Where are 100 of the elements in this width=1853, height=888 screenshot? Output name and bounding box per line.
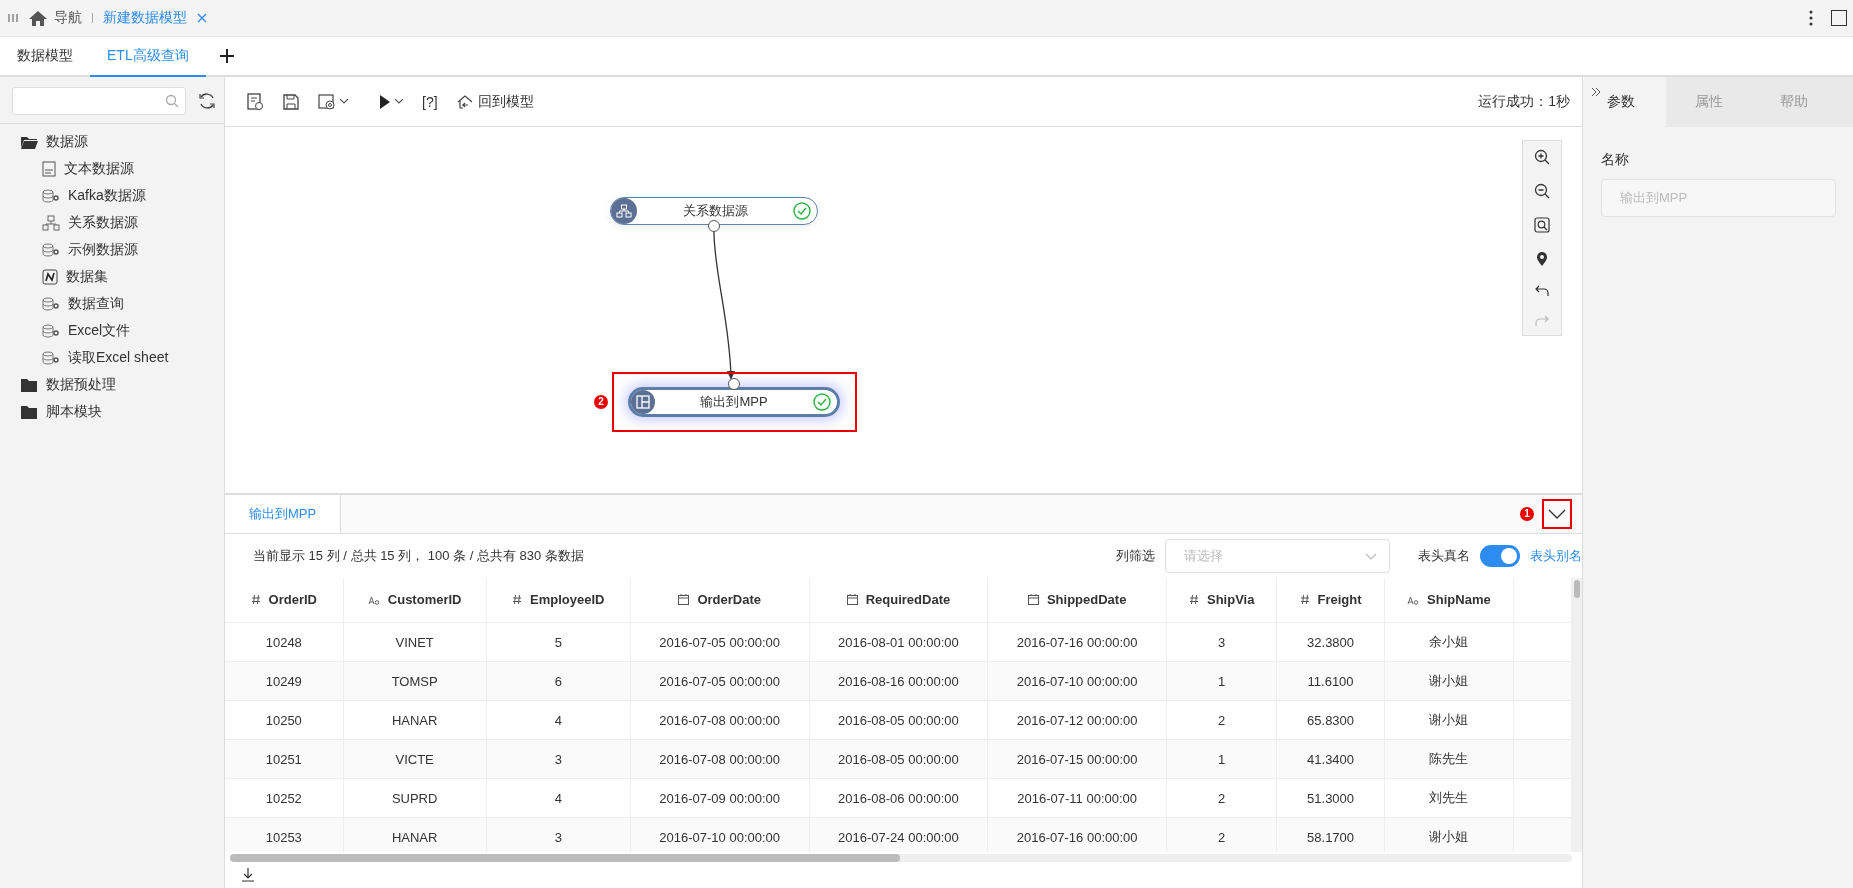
caret-icon — [395, 99, 404, 104]
vertical-scrollbar[interactable] — [1574, 580, 1580, 598]
properties-tab[interactable]: 参数 — [1601, 77, 1666, 127]
help-button[interactable]: [?] — [413, 87, 447, 116]
tree-item[interactable]: 读取Excel sheet — [42, 344, 224, 371]
table-cell: 4 — [486, 700, 631, 740]
table-cell: 2016-07-09 00:00:00 — [630, 778, 810, 818]
save-icon — [282, 92, 300, 111]
table-cell: 2016-08-06 00:00:00 — [809, 778, 988, 818]
table-cell: 谢小姐 — [1384, 817, 1514, 852]
database-icon — [42, 323, 60, 338]
more-icon[interactable] — [1809, 10, 1813, 26]
tree-folder[interactable]: 数据源 — [20, 128, 224, 155]
run-status: 运行成功：1秒 — [1478, 92, 1570, 111]
table-cell: 10248 — [225, 622, 344, 662]
table-cell: 2016-08-05 00:00:00 — [809, 700, 988, 740]
zoom-in-icon[interactable] — [1534, 149, 1550, 165]
table-cell: 刘先生 — [1384, 778, 1514, 818]
table-cell: 2 — [1166, 817, 1277, 852]
fit-view-icon[interactable] — [1534, 217, 1550, 233]
tree-item[interactable]: 关系数据源 — [42, 209, 224, 236]
layout-icon — [636, 395, 650, 409]
table-cell: 1 — [1166, 661, 1277, 701]
database-icon — [42, 296, 60, 311]
column-header[interactable]: ShipVia — [1166, 578, 1277, 623]
back-to-model-button[interactable]: 回到模型 — [446, 86, 543, 117]
table-cell: 10253 — [225, 817, 344, 852]
column-header[interactable]: CustomerID — [343, 578, 487, 623]
search-field[interactable] — [12, 87, 186, 115]
column-header[interactable]: ShippedDate — [987, 578, 1167, 623]
hash-icon — [250, 594, 261, 605]
column-header[interactable]: ShipName — [1384, 578, 1514, 623]
table-cell: 2 — [1166, 700, 1277, 740]
tree-folder[interactable]: 脚本模块 — [20, 398, 224, 425]
tree-item[interactable]: Kafka数据源 — [42, 182, 224, 209]
undo-icon[interactable] — [1535, 285, 1549, 297]
flow-node[interactable]: 关系数据源 — [610, 197, 818, 225]
header-name-switch[interactable] — [1480, 545, 1520, 567]
table-cell: SUPRD — [343, 778, 487, 818]
home-icon — [28, 9, 48, 27]
table-cell: 58.1700 — [1276, 817, 1385, 852]
step-badge: 2 — [594, 395, 608, 409]
hash-icon — [512, 594, 523, 605]
tree-item[interactable]: 示例数据源 — [42, 236, 224, 263]
table-cell: 4 — [486, 778, 631, 818]
table-cell: 2016-07-10 00:00:00 — [987, 661, 1167, 701]
table-cell: 10251 — [225, 739, 344, 779]
database-icon — [42, 242, 60, 257]
table-cell: 10252 — [225, 778, 344, 818]
column-header[interactable]: Freight — [1276, 578, 1385, 623]
tree-folder[interactable]: 数据预处理 — [20, 371, 224, 398]
add-icon[interactable] — [219, 49, 234, 63]
zoom-out-icon[interactable] — [1534, 183, 1550, 199]
refresh-icon[interactable] — [198, 92, 216, 110]
tree-item[interactable]: 数据查询 — [42, 290, 224, 317]
column-header[interactable]: OrderDate — [630, 578, 810, 623]
nav-home-button[interactable]: 导航 — [28, 9, 82, 27]
network-icon — [42, 214, 60, 231]
table-cell: 2016-07-15 00:00:00 — [987, 739, 1167, 779]
tree-item[interactable]: 数据集 — [42, 263, 224, 290]
download-icon[interactable] — [241, 868, 255, 882]
table-cell: 3 — [486, 739, 631, 779]
network-icon — [616, 204, 632, 218]
table-cell: 10250 — [225, 700, 344, 740]
column-header[interactable]: RequiredDate — [809, 578, 988, 623]
table-cell: 11.6100 — [1276, 661, 1385, 701]
hash-icon — [1189, 594, 1199, 605]
tree-item[interactable]: 文本数据源 — [42, 155, 224, 182]
flow-node[interactable]: 输出到MPP — [628, 387, 840, 417]
calendar-icon — [1027, 594, 1039, 605]
column-header[interactable]: OrderID — [225, 578, 344, 623]
home-back-icon — [455, 93, 474, 110]
location-pin-icon[interactable] — [1536, 251, 1548, 267]
table-cell: 32.3800 — [1276, 622, 1385, 662]
table-cell: 5 — [486, 622, 631, 662]
table-cell: 陈先生 — [1384, 739, 1514, 779]
tree-item[interactable]: Excel文件 — [42, 317, 224, 344]
close-icon[interactable] — [197, 13, 207, 23]
document-clock-icon — [246, 92, 264, 111]
result-tab[interactable]: 输出到MPP — [225, 495, 342, 533]
step-badge: 1 — [1520, 507, 1534, 521]
node-port[interactable] — [728, 378, 740, 390]
table-cell: 2016-07-12 00:00:00 — [987, 700, 1167, 740]
model-tab[interactable]: 数据模型 — [0, 37, 90, 77]
header-alias-link[interactable]: 表头别名 — [1530, 547, 1582, 565]
horizontal-scrollbar[interactable] — [230, 854, 900, 862]
column-header[interactable]: EmployeeID — [486, 578, 631, 623]
collapse-button[interactable] — [1542, 499, 1572, 529]
table-cell: 谢小姐 — [1384, 661, 1514, 701]
table-cell: 余小姐 — [1384, 622, 1514, 662]
chevron-down-icon — [1365, 552, 1377, 560]
table-cell: 1 — [1166, 739, 1277, 779]
calendar-icon — [846, 594, 858, 605]
maximize-icon[interactable] — [1831, 10, 1847, 26]
settings-icon — [318, 92, 336, 111]
database-icon — [42, 350, 60, 365]
double-chevron-right-icon[interactable] — [1591, 87, 1601, 97]
table-cell: VICTE — [343, 739, 487, 779]
column-filter-label: 列筛选 — [1116, 547, 1155, 565]
table-cell: 2016-07-05 00:00:00 — [630, 661, 810, 701]
